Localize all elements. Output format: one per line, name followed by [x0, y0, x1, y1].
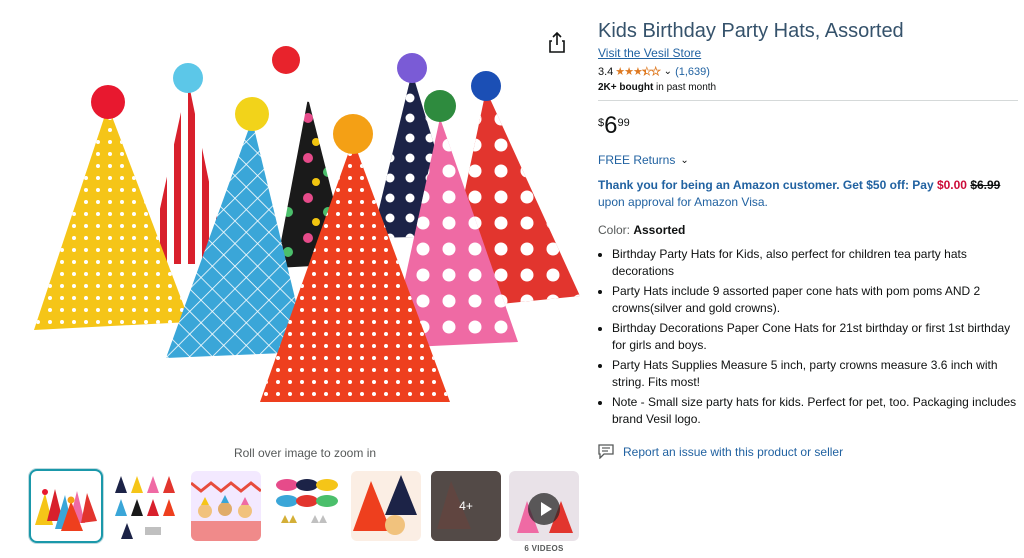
report-issue-label: Report an issue with this product or sel… — [623, 444, 844, 459]
free-returns-label: FREE Returns — [598, 153, 676, 167]
star-icon: ★ — [624, 66, 634, 78]
feature-bullet: Party Hats Supplies Measure 5 inch, part… — [612, 357, 1018, 391]
thumbnail-4[interactable] — [271, 471, 341, 541]
star-icon: ★ — [650, 66, 661, 79]
zoom-hint: Roll over image to zoom in — [233, 446, 377, 460]
free-returns-link[interactable]: FREE Returns ⌄ — [598, 153, 689, 167]
chevron-down-icon[interactable]: ⌄ — [664, 66, 672, 77]
price-fraction: 99 — [617, 117, 630, 129]
share-button[interactable] — [544, 30, 570, 54]
color-value: Assorted — [633, 223, 686, 237]
rating-row: 3.4 ★ ★ ★ ★ ★ ⌄ (1,639) — [598, 65, 1018, 79]
star-icon: ★ — [633, 66, 643, 78]
color-selection: Color: Assorted — [598, 223, 1018, 237]
more-images-count: 4+ — [431, 471, 501, 541]
color-label: Color: — [598, 223, 634, 237]
thumbnail-5[interactable] — [351, 471, 421, 541]
feature-bullet: Note - Small size party hats for kids. P… — [612, 394, 1018, 428]
bought-count: 2K+ bought — [598, 82, 654, 93]
report-issue-link[interactable]: Report an issue with this product or sel… — [598, 444, 843, 459]
promo-old-price: $6.99 — [970, 178, 1001, 192]
price: $ 6 99 — [598, 113, 1018, 139]
play-icon — [541, 502, 552, 516]
chevron-down-icon: ⌄ — [680, 154, 689, 166]
product-details: Kids Birthday Party Hats, Assorted Visit… — [598, 18, 1018, 431]
thumbnail-1[interactable] — [29, 469, 103, 543]
thumbnail-more[interactable]: 4+ — [431, 471, 501, 541]
price-whole: 6 — [604, 112, 618, 139]
feature-bullet: Birthday Party Hats for Kids, also perfe… — [612, 246, 1018, 280]
thumbnail-video[interactable] — [509, 471, 579, 541]
star-icon: ★ — [615, 66, 625, 78]
bought-period: in past month — [653, 82, 717, 93]
report-message-icon — [598, 444, 614, 459]
review-count-link[interactable]: (1,639) — [675, 66, 710, 78]
main-product-image[interactable] — [20, 28, 590, 428]
thumbnail-2[interactable] — [111, 471, 181, 541]
feature-bullet: Party Hats include 9 assorted paper cone… — [612, 283, 1018, 317]
star-rating[interactable]: ★ ★ ★ ★ ★ — [615, 65, 661, 79]
bought-in-past-month: 2K+ bought in past month — [598, 82, 1018, 101]
videos-count-label: 6 VIDEOS — [524, 544, 564, 553]
feature-bullet: Birthday Decorations Paper Cone Hats for… — [612, 320, 1018, 354]
product-title: Kids Birthday Party Hats, Assorted — [598, 20, 904, 42]
feature-bullets: Birthday Party Hats for Kids, also perfe… — [598, 246, 1018, 428]
rating-score: 3.4 — [598, 65, 614, 78]
promo-new-price: $0.00 — [936, 178, 967, 192]
visa-promo[interactable]: Thank you for being an Amazon customer. … — [598, 177, 1018, 211]
promo-approval-text: upon approval for Amazon Visa. — [598, 195, 768, 209]
share-icon — [549, 31, 565, 53]
star-icon: ★ — [641, 66, 652, 79]
thumbnail-3[interactable] — [191, 471, 261, 541]
promo-text: Thank you for being an Amazon customer. … — [598, 178, 937, 192]
store-link[interactable]: Visit the Vesil Store — [598, 46, 701, 60]
